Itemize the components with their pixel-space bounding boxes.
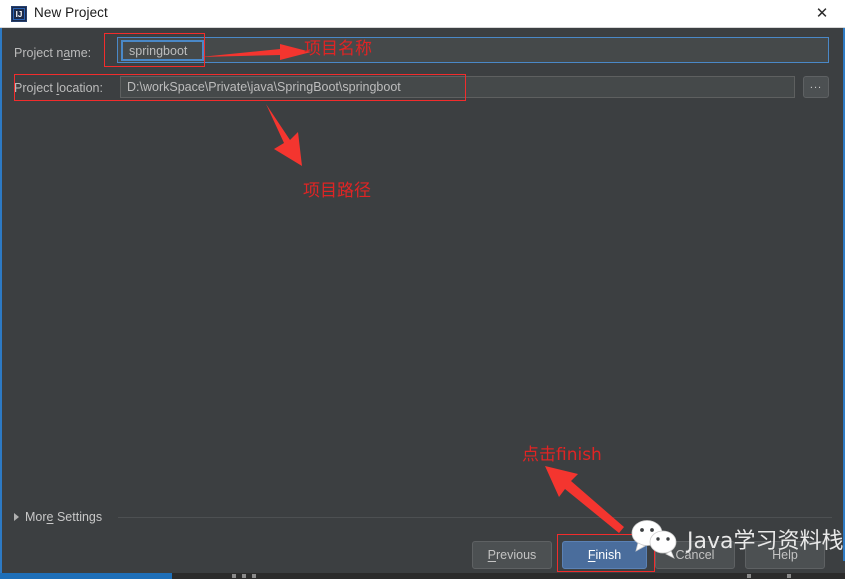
more-settings-toggle[interactable]: More Settings xyxy=(14,510,102,524)
svg-text:IJ: IJ xyxy=(16,10,23,19)
taskbar-item[interactable] xyxy=(252,574,256,578)
project-name-row-background xyxy=(117,37,829,63)
intellij-idea-icon: IJ xyxy=(11,6,27,22)
dialog-content xyxy=(0,28,845,579)
taskbar-item[interactable] xyxy=(787,574,791,578)
project-name-input[interactable]: springboot xyxy=(121,40,204,61)
new-project-dialog: IJ New Project ✕ Project name: springboo… xyxy=(0,0,845,579)
more-settings-divider xyxy=(118,517,832,518)
project-name-label: Project name: xyxy=(14,46,92,60)
taskbar-dark-region xyxy=(172,573,845,579)
chevron-right-icon xyxy=(14,513,19,521)
window-title: New Project xyxy=(34,5,108,20)
finish-button[interactable]: Finish xyxy=(562,541,647,569)
project-location-label: Project location: xyxy=(14,81,103,95)
taskbar-item[interactable] xyxy=(232,574,236,578)
close-icon[interactable]: ✕ xyxy=(799,0,845,27)
taskbar-item[interactable] xyxy=(242,574,246,578)
previous-button[interactable]: Previous xyxy=(472,541,552,569)
help-button[interactable]: Help xyxy=(745,541,825,569)
browse-folder-button[interactable]: ... xyxy=(803,76,829,98)
title-bar: IJ New Project ✕ xyxy=(0,0,845,28)
project-location-input[interactable]: D:\workSpace\Private\java\SpringBoot\spr… xyxy=(120,76,795,98)
taskbar-item[interactable] xyxy=(747,574,751,578)
cancel-button[interactable]: Cancel xyxy=(655,541,735,569)
browse-dots-icon: ... xyxy=(809,79,823,91)
more-settings-label: More Settings xyxy=(25,510,103,524)
